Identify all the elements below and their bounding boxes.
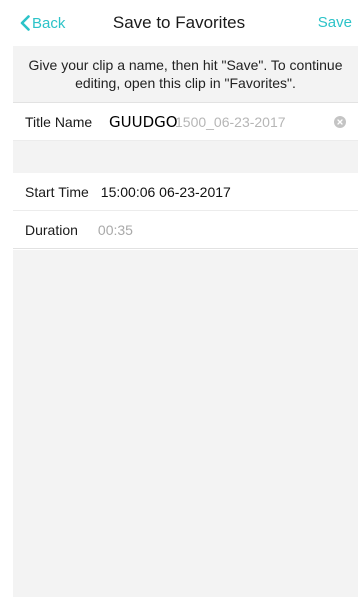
title-name-input[interactable] [109,112,329,132]
duration-value: 00:35 [97,221,133,238]
section-spacer [13,141,358,174]
title-name-label: Title Name [25,113,93,130]
save-to-favorites-screen: Back Save to Favorites Save Give your cl… [0,0,358,597]
chevron-left-icon [20,15,30,31]
instruction-text: Give your clip a name, then hit "Save". … [28,57,343,91]
back-label: Back [32,14,66,32]
title-name-row: Title Name 1500_06-23-2017 [13,103,358,141]
instruction-banner: Give your clip a name, then hit "Save". … [13,46,358,103]
back-button[interactable]: Back [20,13,65,33]
duration-row: Duration 00:35 [13,211,358,249]
start-time-label: Start Time [25,183,89,200]
empty-content-area [13,250,358,597]
navigation-bar: Back Save to Favorites Save [0,0,358,46]
start-time-value: 15:00:06 06-23-2017 [100,183,231,200]
duration-label: Duration [25,221,78,238]
save-button[interactable]: Save [318,14,352,31]
clear-circle-icon[interactable] [334,116,346,128]
start-time-row: Start Time 15:00:06 06-23-2017 [13,173,358,211]
